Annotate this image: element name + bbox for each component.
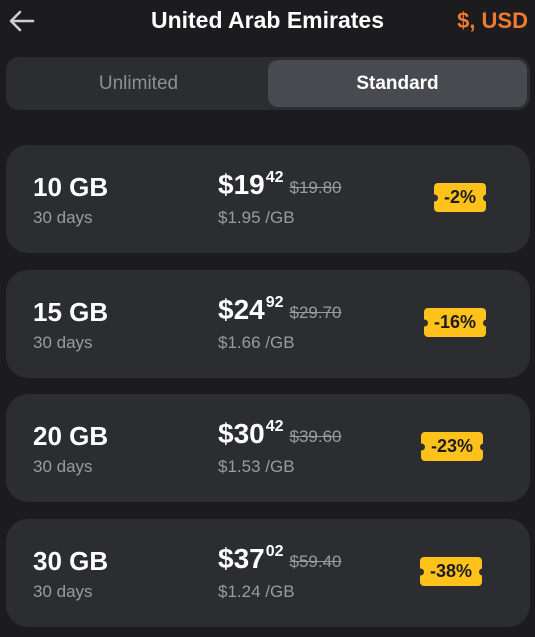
plan-card-10gb[interactable]: 10 GB 30 days $19 42 $19.80 $1.95 /GB -2… <box>6 145 530 253</box>
plan-price: $19 42 $19.80 <box>218 169 342 201</box>
plan-duration: 30 days <box>33 582 93 601</box>
plan-card-20gb[interactable]: 20 GB 30 days $30 42 $39.60 $1.53 /GB -2… <box>6 394 530 502</box>
price-main: $37 <box>218 543 265 574</box>
plan-card-30gb[interactable]: 30 GB 30 days $37 02 $59.40 $1.24 /GB -3… <box>6 519 530 627</box>
currency-selector[interactable]: $, USD <box>457 8 528 34</box>
discount-badge: -16% <box>424 308 487 337</box>
price-old: $39.60 <box>289 427 342 446</box>
price-cents: 02 <box>265 543 284 560</box>
plan-price: $37 02 $59.40 <box>218 543 342 575</box>
plan-duration: 30 days <box>33 208 93 227</box>
price-per-gb: $1.95 /GB <box>218 208 295 227</box>
plan-data-amount: 10 GB <box>33 172 109 202</box>
price-per-gb: $1.24 /GB <box>218 582 295 601</box>
plan-selection-screen: United Arab Emirates $, USD Unlimited St… <box>0 0 535 637</box>
price-old: $59.40 <box>289 552 342 571</box>
plan-price: $30 42 $39.60 <box>218 418 342 450</box>
price-cents: 92 <box>265 294 284 311</box>
plan-duration: 30 days <box>33 457 93 476</box>
plan-duration: 30 days <box>33 333 93 352</box>
discount-badge: -38% <box>420 557 483 586</box>
plan-card-15gb[interactable]: 15 GB 30 days $24 92 $29.70 $1.66 /GB -1… <box>6 270 530 378</box>
price-per-gb: $1.66 /GB <box>218 333 295 352</box>
discount-badge: -23% <box>421 432 484 461</box>
price-main: $19 <box>218 169 265 200</box>
header: United Arab Emirates $, USD <box>0 0 535 44</box>
tab-standard[interactable]: Standard <box>268 60 527 107</box>
price-per-gb: $1.53 /GB <box>218 457 295 476</box>
discount-badge: -2% <box>434 183 487 212</box>
price-old: $29.70 <box>289 303 342 322</box>
plan-type-segmented-control: Unlimited Standard <box>6 57 530 110</box>
plan-data-amount: 30 GB <box>33 546 109 576</box>
plan-price: $24 92 $29.70 <box>218 294 342 326</box>
page-title: United Arab Emirates <box>150 7 385 33</box>
price-cents: 42 <box>265 418 284 435</box>
price-cents: 42 <box>265 169 284 186</box>
price-old: $19.80 <box>289 178 342 197</box>
tab-unlimited[interactable]: Unlimited <box>9 60 268 107</box>
plan-data-amount: 20 GB <box>33 421 109 451</box>
price-main: $24 <box>218 294 265 325</box>
price-main: $30 <box>218 418 265 449</box>
plan-data-amount: 15 GB <box>33 297 109 327</box>
